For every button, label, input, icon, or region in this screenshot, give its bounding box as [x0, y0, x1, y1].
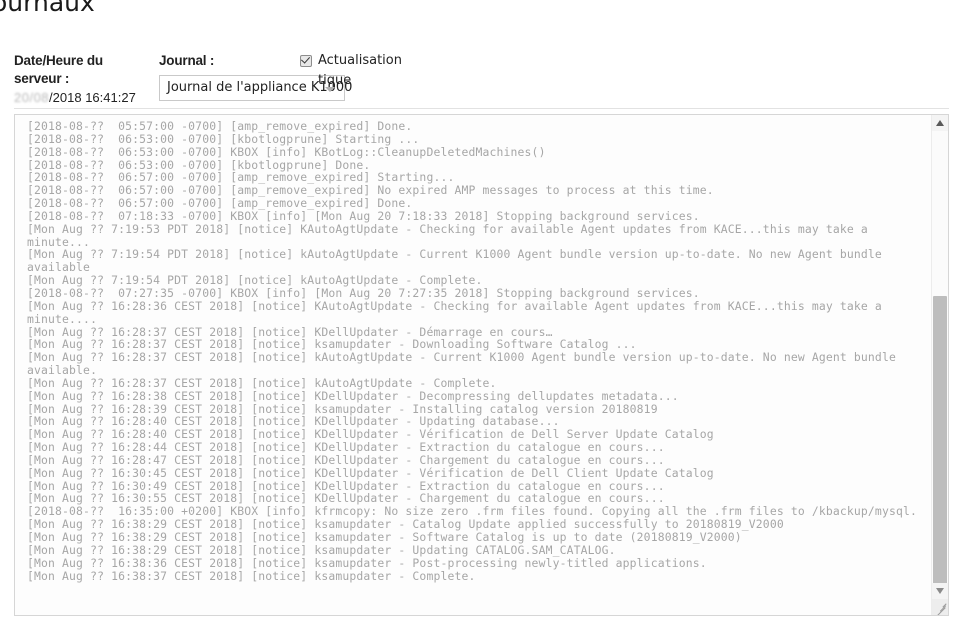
server-datetime-label: Date/Heure du serveur : [14, 53, 103, 86]
log-panel: [2018-08-?? 05:57:00 -0700] [amp_remove_… [14, 114, 949, 616]
scroll-down-button[interactable] [932, 583, 948, 599]
autorefresh-checkbox[interactable] [300, 54, 312, 67]
log-text: [2018-08-?? 05:57:00 -0700] [amp_remove_… [27, 119, 917, 583]
autorefresh-label-continued: tique [318, 73, 352, 88]
triangle-up-icon [936, 120, 944, 126]
autorefresh-row[interactable]: Actualisation [300, 53, 420, 69]
scrollbar-track[interactable] [932, 131, 948, 586]
log-scroll-area[interactable]: [2018-08-?? 05:57:00 -0700] [amp_remove_… [15, 115, 931, 615]
autorefresh-label: Actualisation [318, 53, 402, 68]
server-datetime-field: Date/Heure du serveur : 20/08/2018 16:41… [14, 52, 149, 107]
server-datetime-text: /2018 16:41:27 [49, 90, 136, 105]
scroll-up-button[interactable] [932, 115, 948, 131]
scrollbar-thumb[interactable] [933, 296, 947, 586]
controls-bar: Date/Heure du serveur : 20/08/2018 16:41… [0, 46, 963, 107]
log-scrollbar[interactable] [931, 115, 948, 615]
triangle-down-icon [936, 588, 944, 594]
check-icon [300, 54, 311, 64]
resize-handle[interactable] [932, 599, 948, 615]
controls-divider [14, 108, 949, 109]
autorefresh-field: Actualisation tique [300, 53, 420, 88]
server-datetime-value: 20/08/2018 16:41:27 [14, 89, 149, 107]
journaux-page: ournaux Date/Heure du serveur : 20/08/20… [0, 0, 963, 621]
page-title: ournaux [0, 0, 95, 17]
server-date-redacted: 20/08 [14, 90, 50, 105]
